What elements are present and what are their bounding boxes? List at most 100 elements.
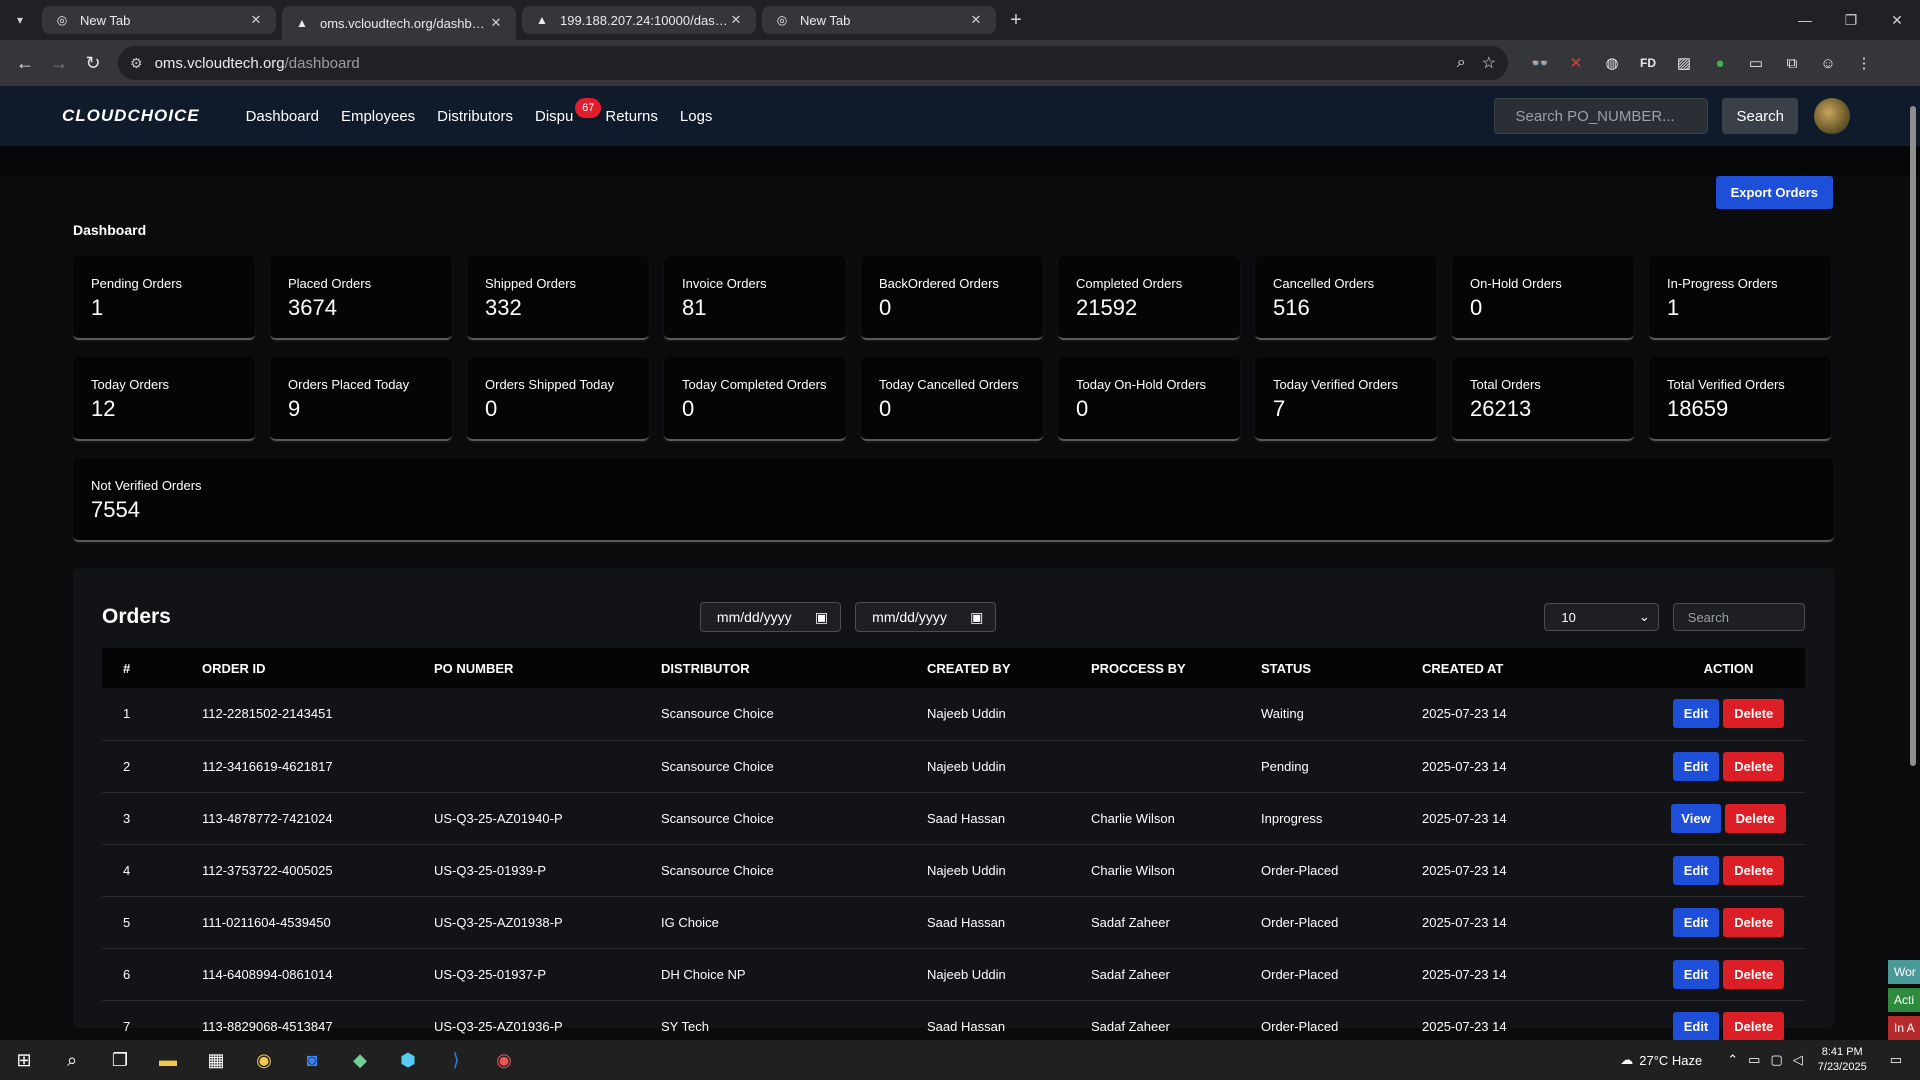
- extension-green-icon[interactable]: ●: [1702, 55, 1738, 72]
- delete-button[interactable]: Delete: [1723, 907, 1785, 937]
- edit-button[interactable]: Edit: [1672, 907, 1720, 937]
- extension-image-icon[interactable]: ▨: [1666, 54, 1702, 72]
- cell-action: Edit Delete: [1652, 948, 1805, 1000]
- calendar-icon[interactable]: ▣: [970, 609, 983, 626]
- notification-icon[interactable]: ▭: [1890, 1052, 1902, 1068]
- page-title: Dashboard: [73, 222, 147, 238]
- orders-title: Orders: [102, 605, 171, 628]
- side-widget[interactable]: In A: [1888, 1016, 1920, 1040]
- new-tab-icon[interactable]: +: [1002, 9, 1030, 32]
- tab-title: New Tab: [800, 12, 851, 28]
- po-search-button[interactable]: Search: [1722, 98, 1798, 134]
- po-search-input[interactable]: Search PO_NUMBER...: [1494, 98, 1709, 134]
- nav-distributors[interactable]: Distributors: [437, 108, 513, 125]
- nav-disputes[interactable]: Dispu 67: [535, 97, 602, 125]
- file-explorer-icon[interactable]: ▬: [144, 1040, 192, 1080]
- stat-value: 18659: [1667, 396, 1729, 421]
- app-leaf-icon[interactable]: ◆: [336, 1040, 384, 1080]
- edit-button[interactable]: Edit: [1672, 699, 1720, 729]
- battery-icon[interactable]: ▭: [1748, 1052, 1760, 1068]
- restore-icon[interactable]: ❐: [1828, 0, 1874, 40]
- extension-box-icon[interactable]: ▭: [1738, 54, 1774, 72]
- cell-order-id: 113-4878772-7421024: [202, 810, 333, 826]
- stat-label: Today On-Hold Orders: [1076, 377, 1207, 392]
- delete-button[interactable]: Delete: [1723, 751, 1785, 781]
- close-icon[interactable]: ✕: [488, 15, 504, 31]
- nav-dashboard[interactable]: Dashboard: [246, 108, 319, 125]
- extension-glasses-icon[interactable]: 👓: [1522, 54, 1558, 72]
- view-button[interactable]: View: [1671, 803, 1721, 833]
- browser-tab-4[interactable]: ◎ New Tab ✕: [762, 6, 996, 34]
- bookmark-star-icon[interactable]: ☆: [1482, 53, 1496, 73]
- side-widget[interactable]: Acti: [1888, 988, 1920, 1012]
- chevron-up-icon[interactable]: ⌃: [1727, 1052, 1738, 1068]
- extensions-puzzle-icon[interactable]: ⧉: [1774, 55, 1810, 72]
- export-orders-button[interactable]: Export Orders: [1715, 176, 1833, 209]
- nav-returns[interactable]: Returns: [605, 108, 658, 125]
- calendar-icon[interactable]: ▣: [815, 609, 828, 626]
- close-icon[interactable]: ✕: [968, 12, 984, 28]
- edit-button[interactable]: Edit: [1672, 1011, 1720, 1040]
- browser-tab-3[interactable]: ▲ 199.188.207.24:10000/dashboa ✕: [522, 6, 756, 34]
- close-icon[interactable]: ✕: [248, 12, 264, 28]
- store-icon[interactable]: ▦: [192, 1040, 240, 1080]
- windows-start-icon[interactable]: ⊞: [0, 1040, 48, 1080]
- site-info-icon[interactable]: ⚙: [130, 55, 143, 72]
- task-view-icon[interactable]: ❐: [96, 1040, 144, 1080]
- stat-card-4: BackOrdered Orders 0: [861, 256, 1043, 340]
- cell-distributor: Scansource Choice: [661, 810, 774, 826]
- nav-logs[interactable]: Logs: [680, 108, 713, 125]
- zoom-icon[interactable]: ⌕: [1457, 54, 1466, 72]
- cell-action: Edit Delete: [1652, 844, 1805, 896]
- app-hex-icon[interactable]: ⬢: [384, 1040, 432, 1080]
- chrome-icon[interactable]: ◉: [240, 1040, 288, 1080]
- delete-button[interactable]: Delete: [1723, 1011, 1785, 1040]
- avatar[interactable]: [1814, 98, 1850, 134]
- vscode-icon[interactable]: ⟩: [432, 1040, 480, 1080]
- date-from-input[interactable]: mm/dd/yyyy ▣: [699, 602, 842, 632]
- page-size-select[interactable]: 10 ⌄: [1544, 603, 1659, 631]
- volume-mute-icon[interactable]: ◁: [1793, 1052, 1803, 1068]
- cell-distributor: Scansource Choice: [661, 706, 774, 722]
- browser-tab-1[interactable]: ◎ New Tab ✕: [42, 6, 276, 34]
- edit-button[interactable]: Edit: [1672, 855, 1720, 885]
- profile-icon[interactable]: ☺: [1810, 55, 1846, 72]
- delete-button[interactable]: Delete: [1724, 803, 1786, 833]
- delete-button[interactable]: Delete: [1723, 959, 1785, 989]
- stat-value: 21592: [1076, 295, 1138, 320]
- orders-table: # ORDER ID PO NUMBER DISTRIBUTOR CREATED…: [102, 648, 1805, 1040]
- address-bar[interactable]: ⚙ oms.vcloudtech.org/dashboard ⌕ ☆: [118, 46, 1508, 80]
- menu-kebab-icon[interactable]: ⋮: [1846, 54, 1882, 72]
- table-search-input[interactable]: Search: [1672, 603, 1805, 631]
- delete-button[interactable]: Delete: [1723, 699, 1785, 729]
- stat-label: Today Cancelled Orders: [879, 377, 1019, 392]
- network-icon[interactable]: ▢: [1770, 1052, 1782, 1068]
- back-icon[interactable]: ←: [8, 46, 42, 80]
- logo[interactable]: CLOUDCHOICE: [62, 106, 200, 126]
- search-icon[interactable]: ⌕: [48, 1040, 96, 1080]
- extension-globe-icon[interactable]: ◍: [1594, 54, 1630, 72]
- browser-tab-2[interactable]: ▲ oms.vcloudtech.org/dashboard ✕: [282, 6, 516, 40]
- forward-icon[interactable]: →: [42, 46, 76, 80]
- reload-icon[interactable]: ↻: [76, 46, 110, 80]
- extension-fd-icon[interactable]: FD: [1630, 56, 1666, 70]
- nav-employees[interactable]: Employees: [341, 108, 415, 125]
- stats-row-2: Today Orders 12 Orders Placed Today 9 Orders…: [73, 357, 1847, 441]
- stat-card-6: Cancelled Orders 516: [1255, 256, 1437, 340]
- clock[interactable]: 8:41 PM 7/23/2025: [1818, 1045, 1867, 1075]
- minimize-icon[interactable]: —: [1782, 0, 1828, 40]
- close-window-icon[interactable]: ✕: [1874, 0, 1920, 40]
- weather-widget[interactable]: ☁ 27°C Haze: [1620, 1052, 1702, 1068]
- date-to-input[interactable]: mm/dd/yyyy ▣: [855, 602, 997, 632]
- chrome-profile-icon[interactable]: ◉: [480, 1040, 528, 1080]
- close-icon[interactable]: ✕: [728, 12, 744, 28]
- tab-search-icon[interactable]: ▾: [5, 5, 35, 35]
- cell-created-by: Saad Hassan: [927, 914, 1006, 930]
- extension-x-icon[interactable]: ✕: [1558, 54, 1594, 72]
- delete-button[interactable]: Delete: [1723, 855, 1785, 885]
- edit-button[interactable]: Edit: [1672, 959, 1720, 989]
- zoom-app-icon[interactable]: ◙: [288, 1040, 336, 1080]
- side-widget[interactable]: Wor: [1888, 960, 1920, 984]
- edit-button[interactable]: Edit: [1672, 751, 1720, 781]
- page-scrollbar[interactable]: [1910, 106, 1916, 766]
